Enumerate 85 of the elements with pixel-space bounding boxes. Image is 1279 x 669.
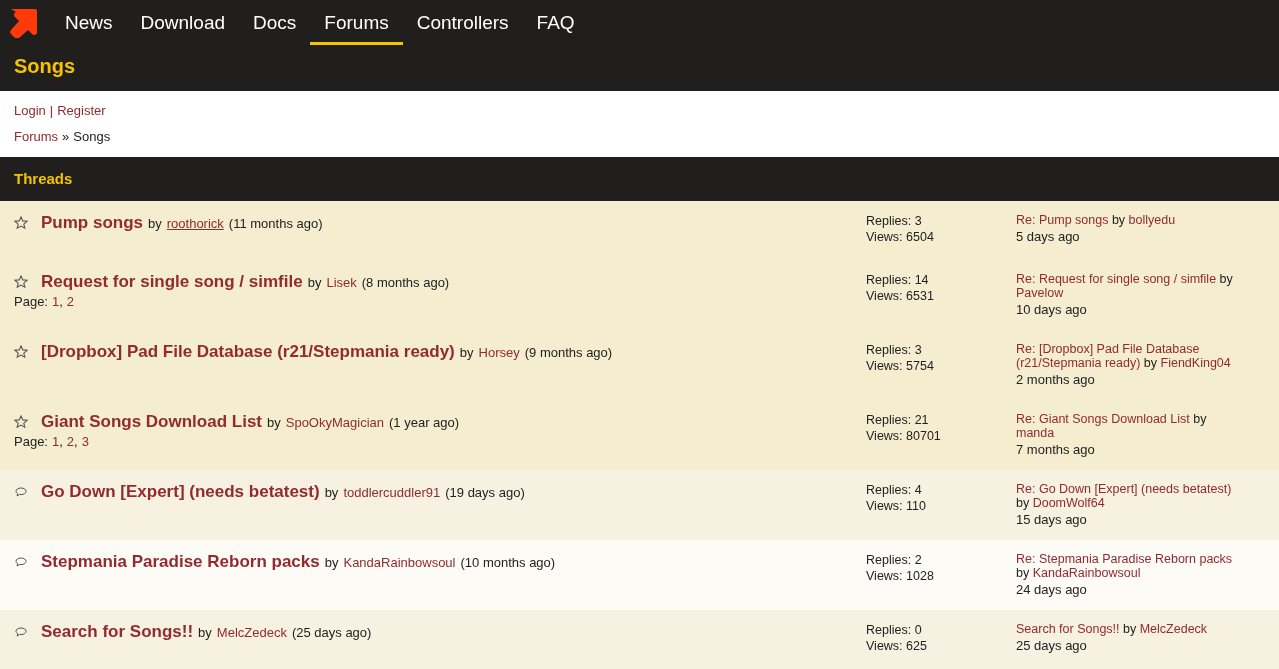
views-count: Views: 625 [866,638,928,654]
views-count: Views: 6504 [866,229,935,245]
thread-title-link[interactable]: Request for single song / simfile [41,272,303,292]
nav-tab[interactable]: Controllers [402,0,523,45]
breadcrumb-separator: » [62,129,70,144]
by-label: by [324,485,339,500]
star-icon [14,216,28,230]
thread-title-link[interactable]: Giant Songs Download List [41,412,262,432]
last-post-date: 7 months ago [1016,443,1096,457]
breadcrumb-link[interactable]: Forums [14,129,59,144]
thread-age: (19 days ago) [445,485,525,500]
speech-bubble-icon [14,625,28,639]
star-icon [14,275,28,289]
replies-count: Replies: 3 [866,342,923,358]
thread-age: (11 months ago) [228,216,323,231]
by-label: by [459,345,474,360]
replies-count: Replies: 3 [866,213,923,229]
logo-arrow-icon[interactable] [8,7,39,38]
speech-bubble-icon [14,485,28,499]
nav-tab[interactable]: Docs [239,0,311,45]
views-count: Views: 110 [866,498,927,514]
threads-header: Threads [0,157,1279,201]
thread-title-link[interactable]: Pump songs [41,213,143,233]
replies-count: Replies: 2 [866,552,923,568]
speech-bubble-icon [14,555,28,569]
views-count: Views: 5754 [866,358,935,374]
last-post-date: 2 months ago [1016,373,1096,387]
separator: | [49,103,54,118]
nav-tab[interactable]: Forums [310,0,403,45]
nav-tab[interactable]: Download [126,0,239,45]
author-link[interactable]: Horsey [478,345,520,360]
thread-age: (9 months ago) [524,345,613,360]
last-post-summary[interactable]: Re: Stepmania Paradise Reborn packs by KandaRainbowsoul [1016,552,1245,580]
thread-title-link[interactable]: [Dropbox] Pad File Database (r21/Stepmania ready) [41,342,455,362]
replies-count: Replies: 14 [866,272,930,288]
page-separator: , [59,434,63,449]
thread-age: (25 days ago) [291,625,372,640]
thread-age: (8 months ago) [361,275,450,290]
page-title: Songs [13,54,77,79]
replies-count: Replies: 21 [866,412,930,428]
last-post-summary[interactable]: Re: Pump songs by bollyedu [1016,213,1245,227]
replies-count: Replies: 0 [866,622,923,638]
last-post-summary[interactable]: Search for Songs!! by MelcZedeck [1016,622,1245,636]
thread-title-link[interactable]: Stepmania Paradise Reborn packs [41,552,320,572]
last-post-date: 25 days ago [1016,639,1088,653]
author-link[interactable]: KandaRainbowsoul [343,555,456,570]
replies-count: Replies: 4 [866,482,923,498]
thread-title-link[interactable]: Search for Songs!! [41,622,194,642]
page-link[interactable]: 3 [81,434,89,449]
star-icon [14,345,28,359]
thread-age: (10 months ago) [460,555,556,570]
thread-title-link[interactable]: Go Down [Expert] (needs betatest) [41,482,320,502]
last-post-summary[interactable]: Re: Go Down [Expert] (needs betatest) by DoomWolf64 [1016,482,1245,510]
login-link[interactable]: Login [14,103,46,118]
last-post-date: 5 days ago [1016,230,1081,244]
author-link[interactable]: SpoOkyMagician [285,415,384,430]
page-link[interactable]: 2 [66,294,75,309]
last-post-date: 15 days ago [1016,513,1088,527]
page-label: Page: [14,434,48,449]
by-label: by [148,216,162,231]
nav-tab[interactable]: FAQ [522,0,589,45]
nav-tab[interactable]: News [51,0,127,45]
last-post-summary[interactable]: Re: Request for single song / simfile by Pavelow [1016,272,1245,300]
last-post-summary[interactable]: Re: Giant Songs Download List by manda [1016,412,1245,440]
page-separator: , [74,434,78,449]
author-link[interactable]: Lisek [326,275,357,290]
by-label: by [307,275,322,290]
last-post-date: 10 days ago [1016,303,1088,317]
author-link[interactable]: roothorick [166,216,224,231]
last-post-date: 24 days ago [1016,583,1088,597]
last-post-summary[interactable]: Re: [Dropbox] Pad File Database (r21/Stepmania ready) by FiendKing04 [1016,342,1245,370]
thread-age: (1 year ago) [389,415,460,430]
register-link[interactable]: Register [57,103,106,118]
author-link[interactable]: MelcZedeck [216,625,287,640]
star-icon [14,415,28,429]
page-separator: , [59,294,63,309]
page-label: Page: [14,294,48,309]
by-label: by [267,415,281,430]
author-link[interactable]: toddlercuddler91 [343,485,441,500]
views-count: Views: 80701 [866,428,942,444]
views-count: Views: 6531 [866,288,935,304]
by-label: by [198,625,212,640]
breadcrumb-current: Songs [73,129,111,144]
views-count: Views: 1028 [866,568,935,584]
by-label: by [324,555,339,570]
